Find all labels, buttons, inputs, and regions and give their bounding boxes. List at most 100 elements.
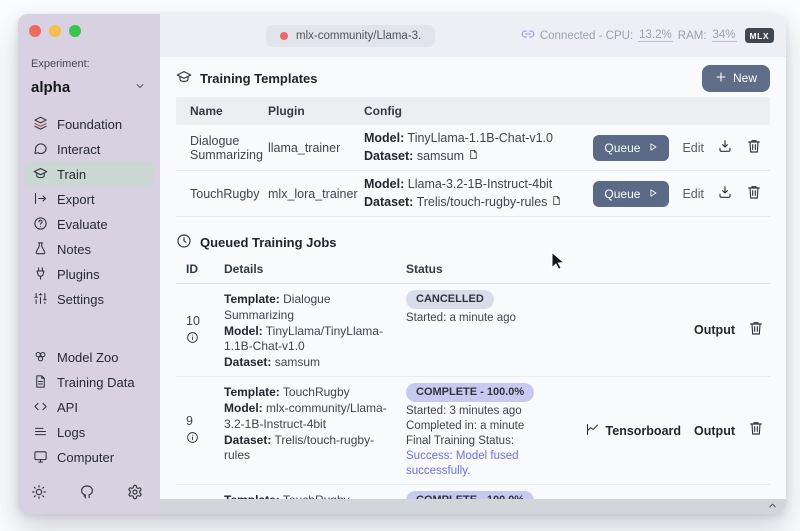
gear-icon[interactable] [127,484,143,505]
sidebar-item-interact[interactable]: Interact [24,137,154,162]
model-label: Model: [364,131,405,145]
queue-button[interactable]: Queue [593,180,670,207]
queued-jobs-header: Queued Training Jobs [176,229,770,255]
edit-button[interactable]: Edit [682,141,704,155]
ram-label: RAM: [677,29,707,42]
sidebar-item-label: Notes [57,242,91,257]
template-config: Model: TinyLlama-1.1B-Chat-v1.0 Dataset:… [364,130,600,165]
trash-icon[interactable] [746,184,762,203]
template-row: TouchRugby mlx_lora_trainer Model: Llama… [176,171,770,217]
play-icon [648,187,658,201]
sidebar-item-export[interactable]: Export [24,187,154,212]
sidebar-item-training-data[interactable]: Training Data [24,370,154,395]
job-status: COMPLETE - 100.0% Started: 3 minutes ago… [406,382,574,479]
template-actions: Queue Edit [593,180,770,207]
job-actions: Tensorboard Output [574,420,770,441]
github-icon[interactable] [79,484,95,505]
connection-status: Connected - CPU: 13.2% RAM: 34% MLX [521,27,774,44]
close-window-button[interactable] [29,25,41,37]
sidebar-item-evaluate[interactable]: Evaluate [24,212,154,237]
sidebar-group-divider [18,312,160,345]
info-icon[interactable] [186,331,199,347]
sidebar-item-label: Logs [57,425,86,440]
file-icon [551,195,562,209]
experiment-label: Experiment: [31,58,90,70]
dataset-label: Dataset: [364,194,414,209]
status-started: Started: 3 minutes ago [406,405,522,418]
status-badge: COMPLETE - 100.0% [406,383,535,403]
status-badge: CANCELLED [406,290,494,310]
trash-icon[interactable] [746,138,762,157]
download-icon[interactable] [717,138,733,157]
section-title: Training Templates [200,70,318,86]
layers-icon [33,116,48,134]
section-title: Queued Training Jobs [200,234,337,250]
col-config: Config [364,104,402,118]
info-icon[interactable] [186,431,199,447]
minimize-window-button[interactable] [49,25,61,37]
template-label: Template: [224,385,280,400]
export-icon [33,191,48,209]
job-id-cell: 9 [186,382,224,479]
file-icon [468,149,479,163]
sidebar-item-computer[interactable]: Computer [24,445,154,470]
output-button[interactable]: Output [694,323,735,337]
model-status-dot-icon [280,31,288,40]
code-icon [33,399,48,417]
screen: Experiment: alpha Foundation Interact Tr… [0,0,800,531]
template-actions: Queue Edit [593,134,770,161]
status-completed: Completed in: a minute [406,420,525,433]
edit-button[interactable]: Edit [682,187,704,201]
trash-icon[interactable] [748,320,764,341]
sidebar-item-label: Evaluate [57,217,108,232]
content-area: mlx-community/Llama-3. Connected - CPU: … [160,14,786,514]
tensorboard-button[interactable]: Tensorboard [585,422,681,440]
template-name: TouchRugby [190,186,260,201]
connection-text: Connected - CPU: [539,29,634,42]
app-window: Experiment: alpha Foundation Interact Tr… [18,14,786,514]
new-template-button[interactable]: New [701,64,770,92]
cpu-value: 13.2% [638,29,673,42]
model-value: TinyLlama-1.1B-Chat-v1.0 [407,131,553,145]
help-circle-icon [33,216,48,234]
sidebar-item-label: Training Data [57,375,135,390]
dataset-label: Dataset: [364,148,414,163]
templates-table-header: Name Plugin Config [176,97,770,125]
queue-button-label: Queue [604,140,641,155]
sun-icon[interactable] [31,484,47,505]
sidebar-item-api[interactable]: API [24,395,154,420]
jobs-table-header: ID Details Status [176,255,770,284]
dataset-value: samsum [416,148,465,163]
sidebar-item-label: Settings [57,292,104,307]
lines-icon [33,424,48,442]
sidebar-item-label: API [57,400,78,415]
sliders-icon [33,291,48,309]
zoom-window-button[interactable] [69,25,81,37]
sidebar-item-plugins[interactable]: Plugins [24,262,154,287]
play-icon [648,141,658,155]
experiment-selector[interactable]: alpha [31,79,146,96]
sidebar-item-settings[interactable]: Settings [24,287,154,312]
output-button[interactable]: Output [694,424,735,438]
chevron-down-icon [134,79,146,96]
sidebar-item-model-zoo[interactable]: Model Zoo [24,345,154,370]
col-status: Status [406,262,443,276]
col-id: ID [186,262,198,276]
footer-drawer-bar[interactable] [160,499,786,514]
sidebar-bottom-bar [31,484,143,505]
download-icon[interactable] [717,184,733,203]
template-row: Dialogue Summarizing llama_trainer Model… [176,125,770,171]
window-controls [29,25,81,37]
sidebar-item-label: Interact [57,142,101,157]
model-label: Model: [224,323,263,338]
sidebar-item-label: Model Zoo [57,350,119,365]
chevron-up-icon[interactable] [767,498,778,515]
sidebar-item-notes[interactable]: Notes [24,237,154,262]
queue-button[interactable]: Queue [593,134,670,161]
trash-icon[interactable] [748,420,764,441]
sidebar-item-logs[interactable]: Logs [24,420,154,445]
foundation-model-badge[interactable]: mlx-community/Llama-3. [266,24,436,47]
sidebar-item-foundation[interactable]: Foundation [24,112,154,137]
new-button-label: New [732,71,757,85]
sidebar-item-train[interactable]: Train [24,162,154,187]
